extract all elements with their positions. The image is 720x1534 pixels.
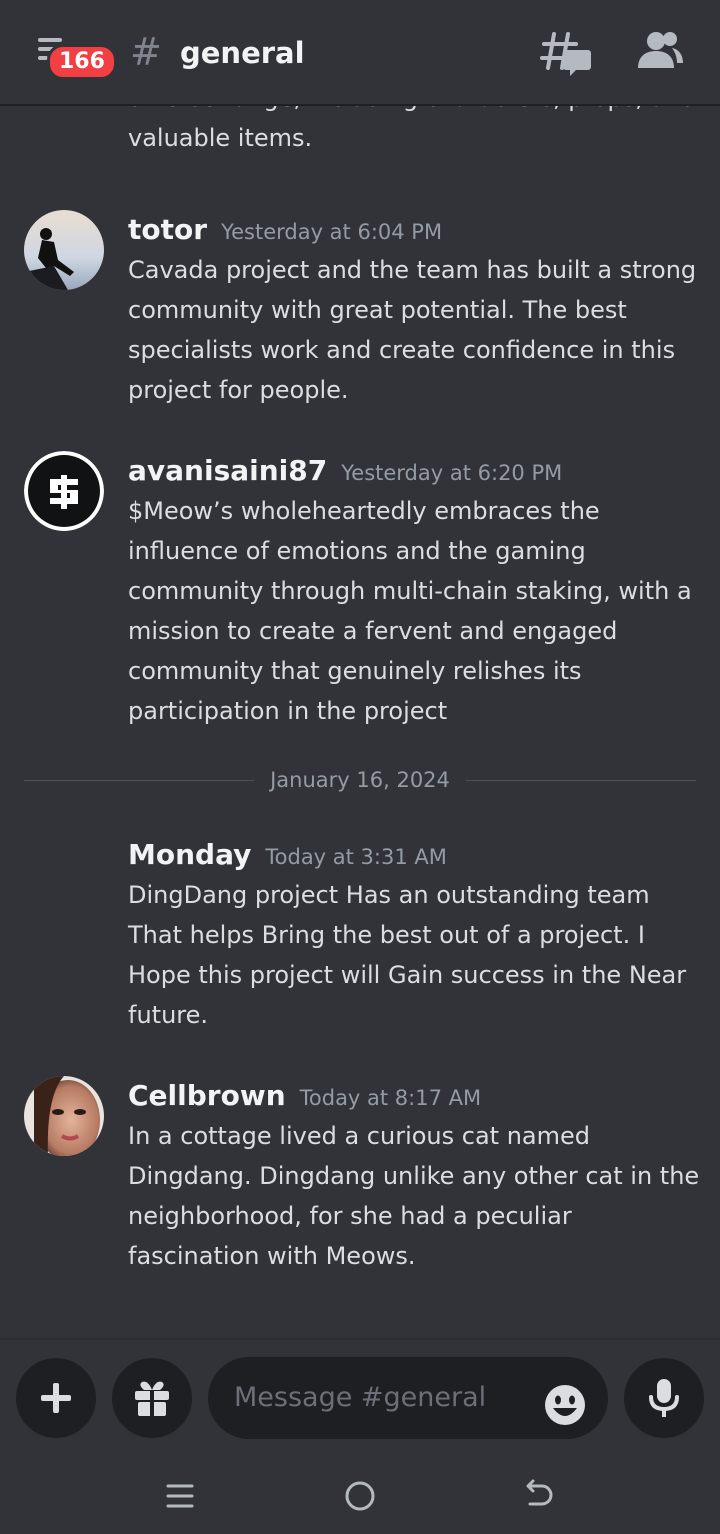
channel-header: 166 # general: [0, 0, 720, 106]
gift-button[interactable]: [112, 1358, 192, 1438]
recent-apps-icon[interactable]: [160, 1476, 200, 1516]
home-icon[interactable]: [340, 1476, 380, 1516]
message-header: Monday Today at 3:31 AM: [128, 835, 447, 875]
message-composer: Message #general: [0, 1338, 720, 1454]
message-placeholder: Message #general: [234, 1382, 487, 1413]
system-nav-bar: [0, 1454, 720, 1534]
avatar[interactable]: [24, 210, 104, 290]
author-name[interactable]: Cellbrown: [128, 1079, 286, 1112]
timestamp: Today at 3:31 AM: [265, 845, 447, 869]
author-name[interactable]: totor: [128, 213, 207, 246]
channel-title[interactable]: general: [180, 34, 305, 72]
message-text: Cavada project and the team has built a …: [128, 256, 697, 404]
add-attachment-button[interactable]: [16, 1358, 96, 1438]
gift-icon: [135, 1381, 169, 1416]
timestamp: Yesterday at 6:20 PM: [341, 461, 563, 485]
message-input[interactable]: Message #general: [208, 1357, 608, 1439]
date-label: January 16, 2024: [24, 765, 696, 795]
author-name[interactable]: Monday: [128, 838, 251, 871]
menu-button[interactable]: 166: [30, 30, 117, 80]
back-icon[interactable]: [518, 1476, 558, 1516]
message-text: diverse range, including characters, pro…: [128, 106, 696, 152]
message-list[interactable]: diverse range, including characters, pro…: [0, 106, 720, 1338]
author-name[interactable]: avanisaini87: [128, 454, 327, 487]
message-text: DingDang project Has an outstanding team…: [128, 881, 687, 1029]
avatar[interactable]: [24, 451, 104, 531]
plus-icon: [41, 1383, 71, 1413]
microphone-icon: [649, 1379, 679, 1417]
message-header: avanisaini87 Yesterday at 6:20 PM: [128, 451, 562, 491]
timestamp: Yesterday at 6:04 PM: [221, 220, 443, 244]
threads-icon[interactable]: [540, 30, 594, 78]
message-header: totor Yesterday at 6:04 PM: [128, 210, 442, 250]
unread-badge: 166: [47, 44, 117, 80]
channel-hash-icon: #: [130, 30, 162, 74]
voice-message-button[interactable]: [624, 1358, 704, 1438]
emoji-icon[interactable]: [544, 1377, 586, 1425]
timestamp: Today at 8:17 AM: [299, 1086, 482, 1110]
message-text: $Meow’s wholeheartedly embraces the infl…: [128, 497, 692, 725]
members-icon[interactable]: [636, 30, 684, 70]
message-text: In a cottage lived a curious cat named D…: [128, 1122, 700, 1270]
date-divider: January 16, 2024: [24, 765, 696, 795]
avatar[interactable]: [24, 1076, 104, 1156]
message-header: Cellbrown Today at 8:17 AM: [128, 1076, 481, 1116]
